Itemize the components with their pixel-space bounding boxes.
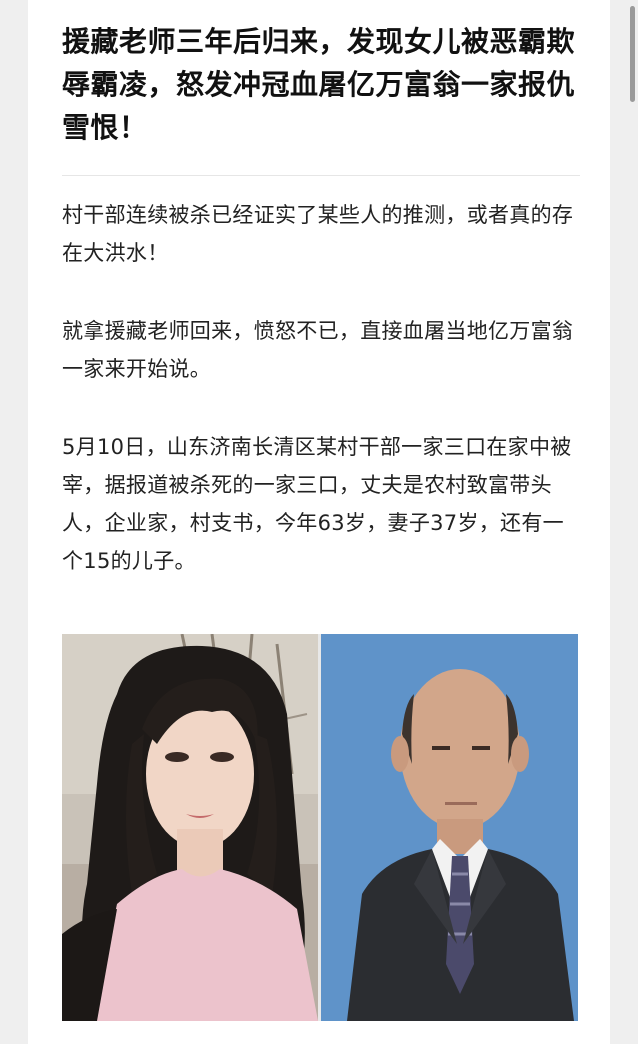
article-card: 援藏老师三年后归来，发现女儿被恶霸欺辱霸凌，怒发冲冠血屠亿万富翁一家报仇雪恨！ … [28, 0, 610, 1044]
scrollbar[interactable] [630, 6, 635, 102]
photo-man [321, 634, 578, 1021]
article-paragraph-3: 5月10日，山东济南长清区某村干部一家三口在家中被宰，据报道被杀死的一家三口，丈… [62, 435, 572, 573]
photo-woman [62, 634, 318, 1021]
article-title: 援藏老师三年后归来，发现女儿被恶霸欺辱霸凌，怒发冲冠血屠亿万富翁一家报仇雪恨！ [62, 25, 576, 144]
article-paragraph-1: 村干部连续被杀已经证实了某些人的推测，或者真的存在大洪水！ [62, 203, 574, 265]
article-photo[interactable] [62, 634, 578, 1021]
article-paragraph-2: 就拿援藏老师回来，愤怒不已，直接血屠当地亿万富翁一家来开始说。 [62, 319, 574, 381]
article-content: 援藏老师三年后归来，发现女儿被恶霸欺辱霸凌，怒发冲冠血屠亿万富翁一家报仇雪恨！ … [62, 0, 580, 580]
title-divider [62, 175, 580, 176]
